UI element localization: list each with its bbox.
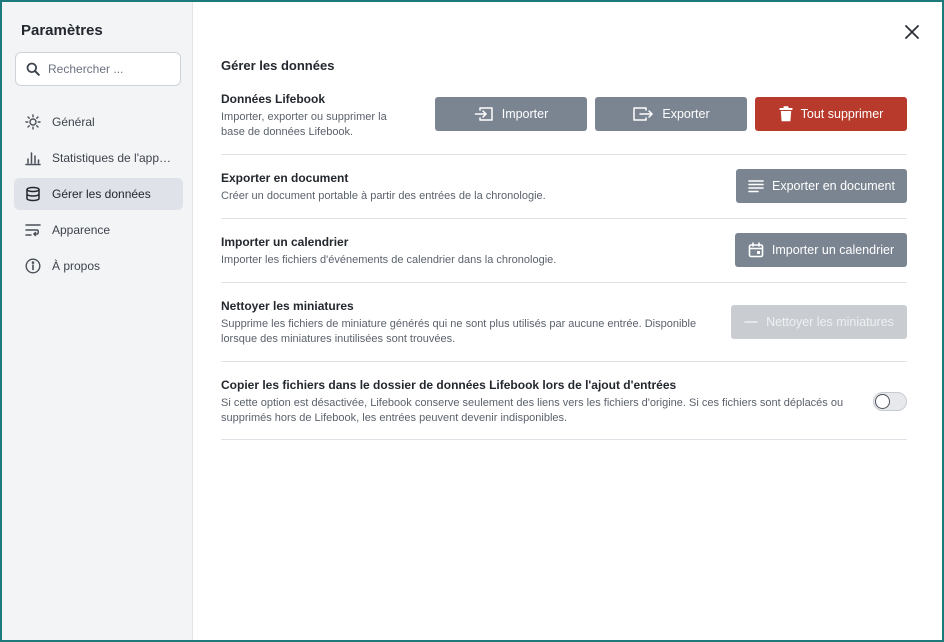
setting-title: Importer un calendrier	[221, 235, 349, 249]
sidebar-item-manage-data[interactable]: Gérer les données	[14, 178, 183, 210]
sidebar-item-label: Général	[52, 115, 95, 129]
sidebar-item-label: Apparence	[52, 223, 111, 237]
import-calendar-button[interactable]: Importer un calendrier	[735, 233, 907, 267]
setting-text: Importer un calendrier Importer les fich…	[221, 235, 735, 268]
copy-files-toggle[interactable]	[873, 392, 907, 411]
sidebar-item-label: À propos	[52, 259, 101, 273]
page-title: Gérer les données	[221, 58, 335, 73]
import-icon	[474, 106, 494, 122]
setting-title: Nettoyer les miniatures	[221, 299, 354, 313]
sidebar-item-appearance[interactable]: Apparence	[14, 214, 183, 246]
button-label: Exporter en document	[772, 179, 895, 193]
setting-row-copy-files: Copier les fichiers dans le dossier de d…	[221, 362, 907, 440]
export-icon	[632, 106, 654, 122]
sidebar-item-about[interactable]: À propos	[14, 250, 183, 282]
export-button[interactable]: Exporter	[595, 97, 747, 131]
trash-icon	[779, 106, 793, 122]
search-input[interactable]	[48, 62, 168, 76]
close-icon	[905, 25, 919, 39]
text-wrap-icon	[24, 221, 42, 239]
clean-thumbnails-button[interactable]: Nettoyer les miniatures	[731, 305, 907, 339]
button-label: Importer	[501, 107, 549, 121]
setting-title: Copier les fichiers dans le dossier de d…	[221, 378, 677, 392]
button-group: Importer Exporter Tout supprimer	[435, 97, 907, 131]
setting-text: Copier les fichiers dans le dossier de d…	[221, 378, 861, 426]
setting-description: Importer les fichiers d'événements de ca…	[221, 254, 557, 266]
info-icon	[24, 257, 42, 275]
button-group: Importer un calendrier	[735, 233, 907, 267]
setting-description: Si cette option est désactivée, Lifebook…	[221, 397, 844, 424]
lines-icon	[748, 179, 764, 193]
sidebar-item-label: Gérer les données	[52, 187, 151, 201]
sidebar-item-statistics[interactable]: Statistiques de l'appli...	[14, 142, 183, 174]
sidebar: Paramètres Général	[2, 2, 193, 640]
button-group: Exporter en document	[736, 169, 907, 203]
toggle-knob	[875, 394, 890, 409]
setting-title: Exporter en document	[221, 171, 349, 185]
setting-title: Données Lifebook	[221, 92, 326, 106]
database-icon	[24, 185, 42, 203]
sidebar-item-label: Statistiques de l'appli...	[52, 151, 173, 165]
main-panel: Gérer les données Données Lifebook Impor…	[193, 2, 942, 640]
button-label: Importer un calendrier	[771, 243, 895, 257]
button-label: Exporter	[662, 107, 710, 121]
setting-description: Importer, exporter ou supprimer la base …	[221, 111, 387, 138]
button-label: Tout supprimer	[800, 107, 884, 121]
sidebar-title: Paramètres	[21, 22, 103, 39]
search-box[interactable]	[15, 52, 181, 86]
minus-icon	[744, 320, 758, 324]
sun-icon	[24, 113, 42, 131]
close-button[interactable]	[902, 22, 922, 42]
setting-row-clean-thumbnails: Nettoyer les miniatures Supprime les fic…	[221, 283, 907, 362]
delete-all-button[interactable]: Tout supprimer	[755, 97, 907, 131]
setting-text: Exporter en document Créer un document p…	[221, 171, 736, 204]
export-document-button[interactable]: Exporter en document	[736, 169, 907, 203]
sidebar-item-general[interactable]: Général	[14, 106, 183, 138]
search-icon	[26, 62, 40, 76]
button-group: Nettoyer les miniatures	[731, 305, 907, 339]
button-label: Nettoyer les miniatures	[766, 315, 894, 329]
settings-window: Paramètres Général	[0, 0, 944, 642]
setting-description: Supprime les fichiers de miniature génér…	[221, 318, 697, 345]
setting-row-lifebook-data: Données Lifebook Importer, exporter ou s…	[221, 92, 907, 155]
calendar-icon	[748, 242, 764, 258]
import-button[interactable]: Importer	[435, 97, 587, 131]
setting-text: Nettoyer les miniatures Supprime les fic…	[221, 299, 726, 347]
setting-row-import-calendar: Importer un calendrier Importer les fich…	[221, 219, 907, 283]
setting-row-export-document: Exporter en document Créer un document p…	[221, 155, 907, 219]
bar-chart-icon	[24, 149, 42, 167]
setting-description: Créer un document portable à partir des …	[221, 190, 546, 202]
setting-text: Données Lifebook Importer, exporter ou s…	[221, 92, 411, 140]
